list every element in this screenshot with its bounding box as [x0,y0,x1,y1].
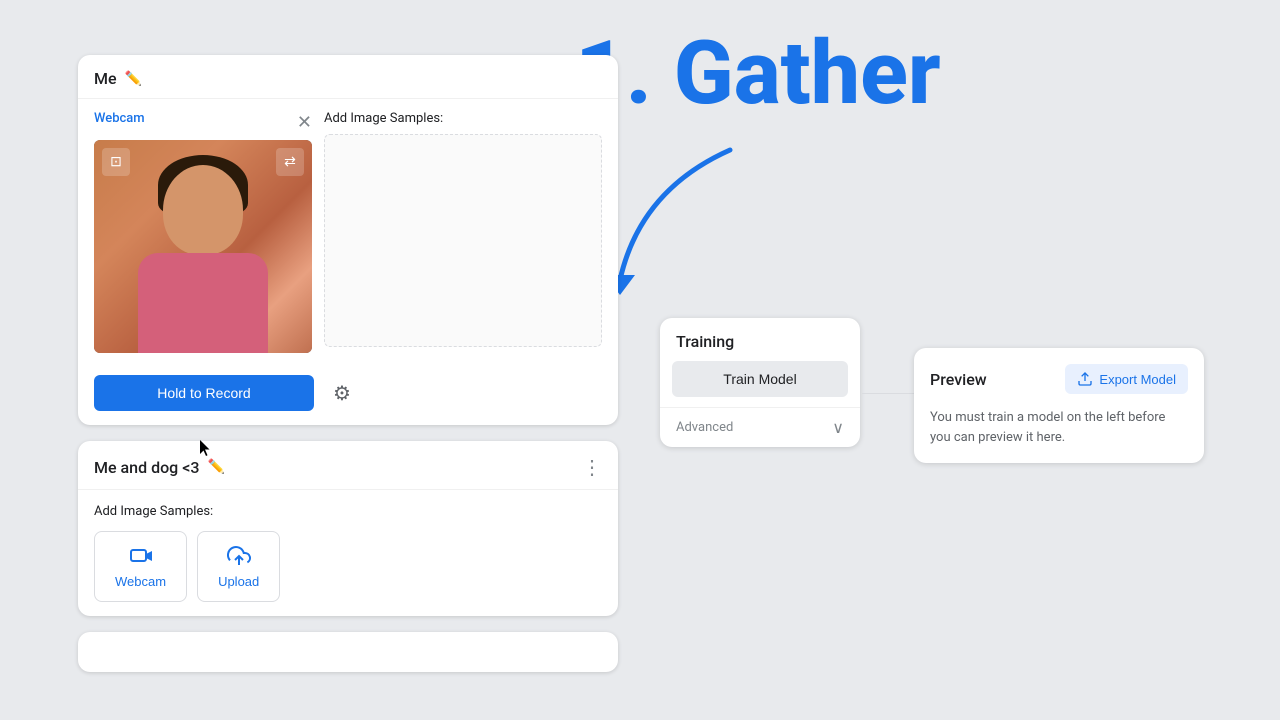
export-label: Export Model [1099,372,1176,387]
more-options-icon-dog[interactable]: ⋮ [582,455,602,479]
preview-body-text: You must train a model on the left befor… [930,408,1188,447]
record-row: Hold to Record ⚙ [78,365,618,425]
preview-header: Preview Export Model [930,364,1188,394]
class-card-me: Me ✏️ Webcam ✕ [78,55,618,425]
connector-line [862,393,914,394]
webcam-icon [129,544,153,568]
training-panel: Training Train Model Advanced ∨ [660,318,860,447]
settings-icon[interactable]: ⚙ [324,375,360,411]
upload-source-button[interactable]: Upload [197,531,280,602]
chevron-down-icon: ∨ [832,418,844,437]
class-card-dog: Me and dog <3 ✏️ ⋮ Add Image Samples: We… [78,441,618,616]
training-title: Training [660,318,860,361]
export-model-button[interactable]: Export Model [1065,364,1188,394]
webcam-overlay: ⊡ ⇄ [94,148,312,176]
webcam-label: Webcam [94,111,145,126]
class-card-partial [78,632,618,672]
source-buttons: Webcam Upload [94,531,602,602]
edit-icon-dog[interactable]: ✏️ [207,459,224,475]
class-name-dog: Me and dog <3 [94,458,199,477]
webcam-row: Webcam ✕ ⊡ ⇄ [94,111,602,353]
preview-panel: Preview Export Model You must train a mo… [914,348,1204,463]
webcam-source-button[interactable]: Webcam [94,531,187,602]
hold-to-record-button[interactable]: Hold to Record [94,375,314,411]
webcam-source-label: Webcam [115,574,166,589]
page-heading: 1. Gather [575,30,941,118]
card2-body: Add Image Samples: Webcam Upload [78,490,618,616]
webcam-preview: ⊡ ⇄ [94,140,312,353]
person-face [163,165,243,255]
train-model-button[interactable]: Train Model [672,361,848,397]
webcam-close-button[interactable]: ✕ [297,112,312,133]
flip-icon[interactable]: ⇄ [276,148,304,176]
add-samples-panel: Add Image Samples: [324,111,602,347]
preview-title: Preview [930,370,987,389]
card-title-me: Me ✏️ [94,69,142,88]
card-title-dog: Me and dog <3 ✏️ [94,458,225,477]
card-header-dog: Me and dog <3 ✏️ ⋮ [78,441,618,490]
upload-icon [227,544,251,568]
crop-icon[interactable]: ⊡ [102,148,130,176]
advanced-label: Advanced [676,420,733,435]
add-samples-label: Add Image Samples: [324,111,602,126]
card-header-me: Me ✏️ [78,55,618,99]
export-icon [1077,371,1093,387]
advanced-row[interactable]: Advanced ∨ [660,407,860,447]
add-image-label: Add Image Samples: [94,504,602,519]
samples-area [324,134,602,347]
edit-icon-me[interactable]: ✏️ [125,71,142,87]
person-body [138,253,268,353]
webcam-section: Webcam ✕ ⊡ ⇄ [78,99,618,365]
upload-source-label: Upload [218,574,259,589]
class-name-me: Me [94,69,117,88]
left-column: Me ✏️ Webcam ✕ [78,55,618,672]
